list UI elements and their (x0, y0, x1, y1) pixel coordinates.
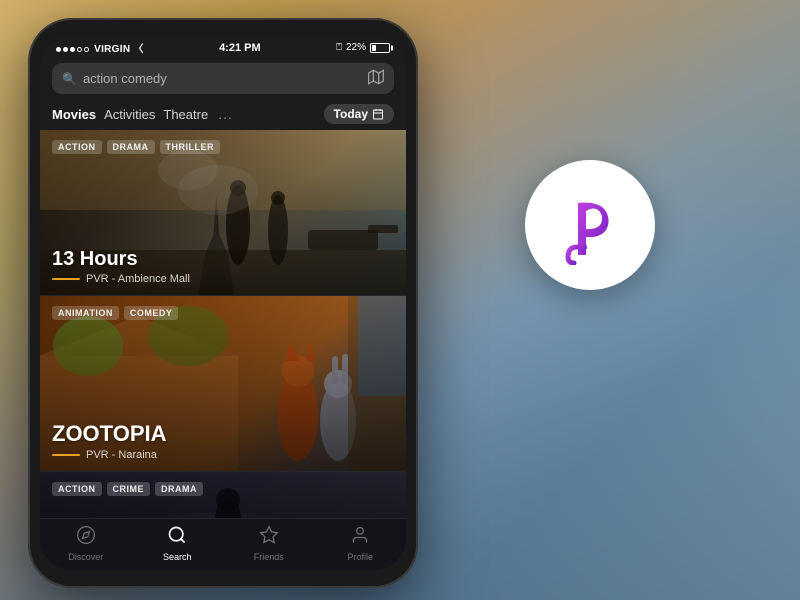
nav-friends[interactable]: Friends (223, 525, 315, 562)
phone-screen: VIRGIN 〈 4:21 PM ⍞ 22% 🔍 action comedy (40, 36, 406, 570)
tag-comedy: COMEDY (124, 306, 179, 320)
search-nav-icon (167, 525, 187, 550)
battery-fill (372, 45, 376, 51)
nav-search[interactable]: Search (132, 525, 224, 562)
status-bar: VIRGIN 〈 4:21 PM ⍞ 22% (40, 36, 406, 57)
discover-label: Discover (68, 552, 103, 562)
tag-crime: CRIME (107, 482, 151, 496)
content-area: ACTION DRAMA THRILLER 13 Hours PVR - Amb… (40, 130, 406, 518)
discover-icon (76, 525, 96, 550)
movie-2-title: ZOOTOPIA (52, 421, 394, 447)
bluetooth-icon: ⍞ (336, 42, 342, 53)
carrier-name: VIRGIN (94, 44, 130, 55)
movie-3-tags: ACTION CRIME DRAMA (52, 482, 203, 496)
nav-discover[interactable]: Discover (40, 525, 132, 562)
card-line-2 (52, 454, 80, 456)
tag-animation: ANIMATION (52, 306, 119, 320)
movie-2-subtitle: PVR - Naraina (52, 449, 394, 461)
tag-action: ACTION (52, 140, 102, 154)
movie-card-3[interactable]: ACTION CRIME DRAMA (40, 472, 406, 518)
signal-dot-5 (84, 47, 89, 52)
filter-tabs: Movies Activities Theatre ... Today (40, 100, 406, 130)
movie-card-13hours[interactable]: ACTION DRAMA THRILLER 13 Hours PVR - Amb… (40, 130, 406, 295)
nav-profile[interactable]: Profile (315, 525, 407, 562)
search-input[interactable]: action comedy (83, 71, 362, 86)
signal-dot-4 (77, 47, 82, 52)
tab-activities[interactable]: Activities (104, 105, 163, 124)
filter-more[interactable]: ... (218, 106, 233, 122)
movie-1-subtitle: PVR - Ambience Mall (52, 273, 394, 285)
signal-dot-1 (56, 47, 61, 52)
search-area: 🔍 action comedy (40, 57, 406, 100)
battery-percent: 22% (346, 42, 366, 53)
movie-1-title: 13 Hours (52, 248, 394, 271)
map-icon[interactable] (368, 69, 384, 88)
movie-1-venue: PVR - Ambience Mall (86, 273, 190, 285)
p-logo (525, 160, 655, 290)
friends-label: Friends (254, 552, 284, 562)
tag-thriller: THRILLER (160, 140, 221, 154)
signal-dots (56, 47, 89, 52)
profile-icon (350, 525, 370, 550)
bottom-nav: Discover Search Friends (40, 518, 406, 570)
tab-movies[interactable]: Movies (52, 105, 104, 124)
profile-label: Profile (347, 552, 373, 562)
search-nav-label: Search (163, 552, 192, 562)
phone-frame: VIRGIN 〈 4:21 PM ⍞ 22% 🔍 action comedy (28, 18, 418, 588)
tag-drama2: DRAMA (155, 482, 203, 496)
status-carrier: VIRGIN 〈 (56, 40, 144, 55)
battery-icon (370, 43, 390, 53)
movie-2-tags: ANIMATION COMEDY (52, 306, 178, 320)
search-bar[interactable]: 🔍 action comedy (52, 63, 394, 94)
movie-1-tags: ACTION DRAMA THRILLER (52, 140, 220, 154)
movie-2-venue: PVR - Naraina (86, 449, 157, 461)
movie-1-info: 13 Hours PVR - Ambience Mall (52, 248, 394, 285)
card-line-1 (52, 278, 80, 280)
movie-card-zootopia[interactable]: ANIMATION COMEDY ZOOTOPIA PVR - Naraina (40, 296, 406, 471)
status-time: 4:21 PM (219, 42, 261, 54)
today-label: Today (334, 107, 368, 121)
status-right: ⍞ 22% (336, 42, 390, 53)
friends-icon (259, 525, 279, 550)
signal-dot-2 (63, 47, 68, 52)
signal-dot-3 (70, 47, 75, 52)
tag-drama: DRAMA (107, 140, 155, 154)
today-button[interactable]: Today (324, 104, 394, 124)
tag-action2: ACTION (52, 482, 102, 496)
tab-theatre[interactable]: Theatre (163, 105, 216, 124)
movie-2-info: ZOOTOPIA PVR - Naraina (52, 421, 394, 461)
search-icon: 🔍 (62, 72, 77, 86)
